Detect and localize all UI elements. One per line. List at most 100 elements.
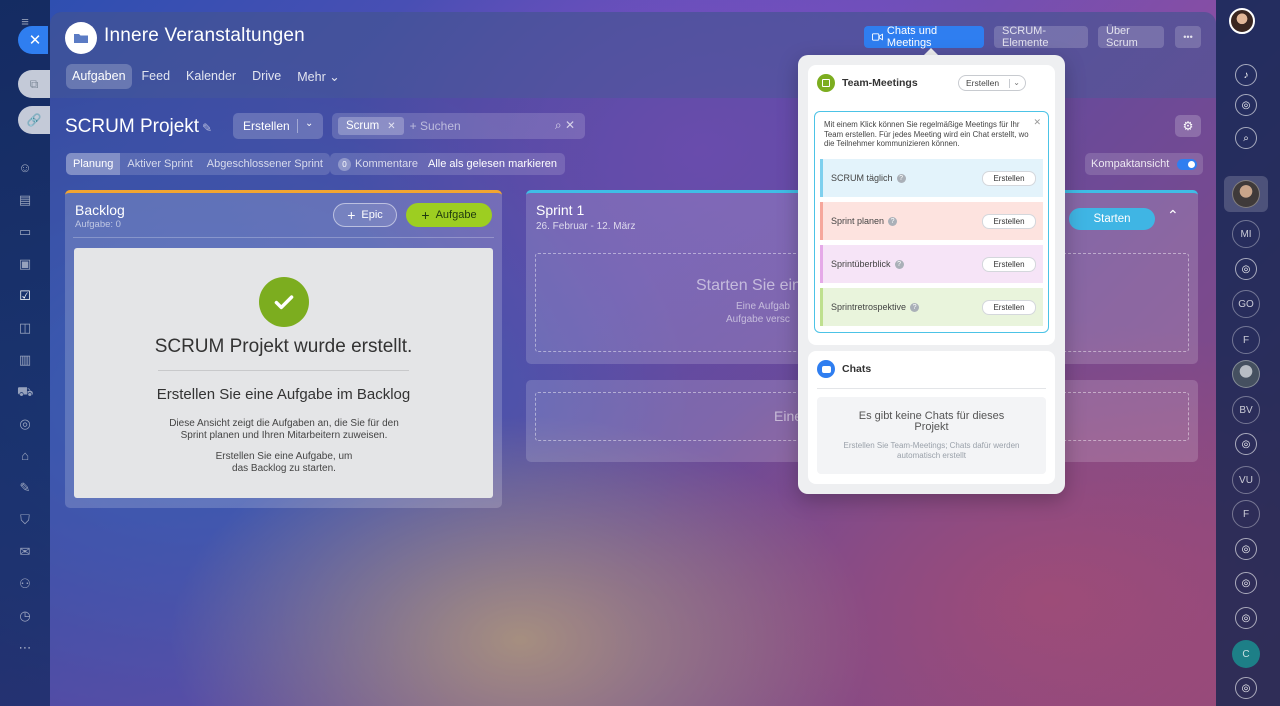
avatar[interactable]: F (1232, 326, 1260, 354)
gear-icon[interactable]: ⚙ (1175, 115, 1201, 137)
avatar[interactable]: VU (1232, 466, 1260, 494)
team-meetings-card: Team-Meetings Erstellen ⌄ Mit einem Klic… (808, 65, 1055, 345)
chats-title: Chats (842, 363, 872, 375)
target-icon[interactable]: ◎ (1235, 94, 1257, 116)
pin-icon[interactable]: ✎ (202, 121, 212, 135)
compact-view-toggle[interactable]: Kompaktansicht (1085, 153, 1204, 175)
scrum-elements-button[interactable]: SCRUM-Elemente (994, 25, 1088, 49)
filter-chip[interactable]: Scrum ✕ (338, 117, 404, 135)
mark-all-read-button[interactable]: Alle als gelesen markieren (428, 158, 557, 170)
folder-icon (65, 22, 97, 54)
subnav-drive[interactable]: Drive (246, 64, 287, 89)
mail-icon[interactable]: ✉ (17, 544, 33, 560)
copy-link-icon[interactable]: 🔗 (18, 106, 50, 134)
about-scrum-button[interactable]: Über Scrum (1098, 25, 1164, 49)
openline-icon[interactable]: ◎ (1235, 538, 1257, 560)
tab-completed-sprint[interactable]: Abgeschlossener Sprint (200, 153, 330, 175)
users-icon[interactable]: ☺ (17, 160, 33, 176)
openline-icon[interactable]: ◎ (1235, 677, 1257, 699)
store-icon[interactable]: ⌂ (17, 448, 33, 464)
avatar[interactable]: F (1232, 500, 1260, 528)
chevron-down-icon[interactable]: ⌄ (305, 118, 313, 129)
question-icon[interactable]: ? (896, 173, 906, 183)
subnav-more[interactable]: Mehr ⌄ (291, 64, 345, 89)
toggle-switch[interactable] (1177, 158, 1198, 170)
chat-icon[interactable]: ◫ (17, 320, 33, 336)
meeting-row-daily: SCRUM täglich? Erstellen (820, 159, 1043, 197)
openline-icon[interactable]: ◎ (1235, 433, 1257, 455)
inbox-icon[interactable]: ▭ (17, 224, 33, 240)
search-icon[interactable]: ⌕ ✕ (555, 118, 575, 133)
comments-label[interactable]: Kommentare (355, 158, 418, 170)
openline-icon[interactable]: ◎ (1235, 607, 1257, 629)
avatar[interactable]: MI (1232, 220, 1260, 248)
cart-icon[interactable]: ⛟ (17, 384, 33, 400)
user-avatar[interactable] (1229, 8, 1255, 34)
chevron-down-icon[interactable]: ⌄ (1013, 78, 1020, 87)
avatar[interactable] (1232, 360, 1260, 388)
right-sidebar: ♪ ◎ ⌕ MI ◎ GO F BV ◎ VU F ◎ ◎ ◎ C ◎ (1216, 0, 1280, 706)
chip-close-icon[interactable]: ✕ (387, 121, 395, 132)
open-in-new-tab-icon[interactable]: ⧉ (18, 70, 50, 98)
close-slider-button[interactable]: ✕ (18, 26, 48, 54)
create-button[interactable]: Erstellen ⌄ (233, 113, 323, 139)
view-tabs: Planung Aktiver Sprint Abgeschlossener S… (66, 153, 330, 175)
avatar[interactable]: GO (1232, 290, 1260, 318)
add-epic-button[interactable]: + Epic (333, 203, 397, 227)
subnav-calendar[interactable]: Kalender (180, 64, 242, 89)
meetings-create-button[interactable]: Erstellen ⌄ (958, 75, 1026, 91)
chevron-up-icon[interactable]: ⌃ (1167, 207, 1179, 224)
group-icon[interactable]: ⚇ (17, 576, 33, 592)
project-title: Innere Veranstaltungen (104, 25, 305, 46)
chats-empty-title: Es gibt keine Chats für dieses Projekt (858, 410, 1005, 433)
backlog-panel: Backlog Aufgabe: 0 + Epic + Aufgabe SCRU… (65, 190, 502, 508)
comments-count: 0 (338, 157, 351, 171)
bell-icon[interactable]: ♪ (1235, 64, 1257, 86)
empty-state-text: das Backlog zu starten. (232, 463, 336, 474)
create-daily-button[interactable]: Erstellen (982, 171, 1036, 186)
backlog-count: Aufgabe: 0 (75, 219, 121, 230)
calendar-icon (817, 74, 835, 92)
create-planning-button[interactable]: Erstellen (982, 214, 1036, 229)
empty-state-title: SCRUM Projekt wurde erstellt. (154, 336, 413, 357)
chats-header: Chats (817, 360, 871, 378)
add-task-button[interactable]: + Aufgabe (406, 203, 492, 227)
more-button[interactable]: ••• (1175, 26, 1201, 48)
sprint-dates[interactable]: 26. Februar - 12. März (536, 221, 635, 232)
subnav-feed[interactable]: Feed (136, 64, 177, 89)
divider (817, 388, 1046, 389)
start-sprint-button[interactable]: Starten (1069, 208, 1155, 230)
team-meetings-header: Team-Meetings (817, 74, 918, 92)
apps-icon[interactable]: ⋯ (17, 640, 33, 656)
chats-meetings-button[interactable]: Chats und Meetings (864, 25, 984, 49)
question-icon[interactable]: ? (894, 259, 904, 269)
documents-icon[interactable]: ▤ (17, 192, 33, 208)
chart-icon[interactable]: ▥ (17, 352, 33, 368)
tab-planning[interactable]: Planung (66, 153, 121, 175)
tab-active-sprint[interactable]: Aktiver Sprint (120, 153, 199, 175)
subnav-tasks[interactable]: Aufgaben (66, 64, 132, 89)
search-chat-icon[interactable]: ⌕ (1235, 127, 1257, 149)
target-icon[interactable]: ◎ (17, 416, 33, 432)
create-retrospective-button[interactable]: Erstellen (982, 300, 1036, 315)
edit-icon[interactable]: ✎ (17, 480, 33, 496)
avatar[interactable] (1232, 180, 1260, 208)
divider (297, 119, 298, 133)
plus-icon: + (347, 207, 356, 223)
avatar[interactable]: BV (1232, 396, 1260, 424)
question-icon[interactable]: ? (888, 216, 898, 226)
openline-icon[interactable]: ◎ (1235, 258, 1257, 280)
clock-icon[interactable]: ◷ (17, 608, 33, 624)
create-review-button[interactable]: Erstellen (982, 257, 1036, 272)
team-meetings-title: Team-Meetings (842, 77, 918, 89)
openline-icon[interactable]: ◎ (1235, 572, 1257, 594)
avatar[interactable]: C (1232, 640, 1260, 668)
search-input[interactable]: Scrum ✕ + Suchen ⌕ ✕ (332, 113, 585, 139)
question-icon[interactable]: ? (910, 302, 920, 312)
filter-icon[interactable]: ⛉ (17, 512, 33, 528)
tasks-icon[interactable]: ☑ (17, 288, 33, 304)
chats-empty-subtitle: Erstellen Sie Team-Meetings; Chats dafür… (843, 441, 1020, 460)
sprint-title[interactable]: Sprint 1 (536, 202, 584, 218)
close-icon[interactable]: ✕ (1033, 117, 1041, 128)
monitor-icon[interactable]: ▣ (17, 256, 33, 272)
